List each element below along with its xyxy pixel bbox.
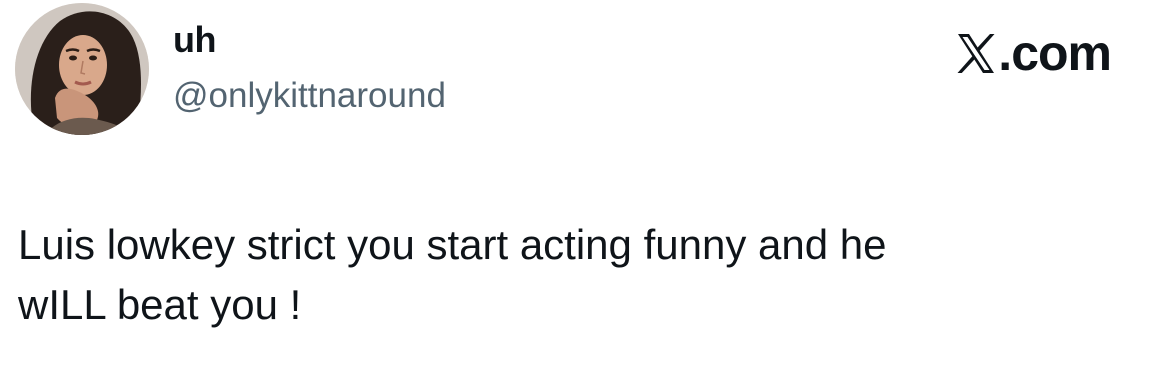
brand-domain-text: .com bbox=[998, 25, 1112, 81]
tweet-card: uh @onlykittnaround .com Luis lowkey str… bbox=[0, 0, 1149, 382]
x-logo-icon bbox=[957, 33, 995, 73]
avatar-photo bbox=[15, 3, 149, 135]
x-brand-logo: .com bbox=[956, 25, 1112, 81]
display-name[interactable]: uh bbox=[173, 18, 216, 62]
user-handle[interactable]: @onlykittnaround bbox=[173, 74, 446, 118]
tweet-text: Luis lowkey strict you start acting funn… bbox=[18, 221, 887, 328]
avatar[interactable] bbox=[15, 3, 149, 135]
